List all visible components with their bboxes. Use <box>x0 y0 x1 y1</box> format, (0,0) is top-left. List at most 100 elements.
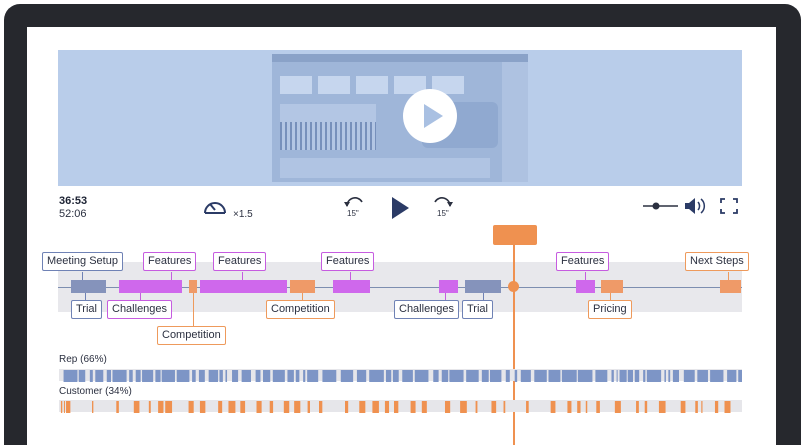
talk-segment <box>646 370 662 382</box>
timeline-segment[interactable] <box>576 280 595 293</box>
topic-tag-pricing[interactable]: Pricing <box>588 300 632 319</box>
timeline-segment[interactable] <box>119 280 182 293</box>
timeline-segment[interactable] <box>290 280 315 293</box>
talk-segment <box>701 401 703 413</box>
topic-tag-competition[interactable]: Competition <box>157 326 226 345</box>
talk-segment <box>672 370 679 382</box>
talk-segment <box>505 370 510 382</box>
talk-segment <box>449 370 464 382</box>
talk-segment <box>714 401 719 413</box>
talk-segment <box>263 370 271 382</box>
customer-talk-track[interactable] <box>59 400 742 413</box>
timeline-segment[interactable] <box>439 280 458 293</box>
talk-segment <box>550 401 556 413</box>
timeline-segment[interactable] <box>465 280 501 293</box>
talk-segment <box>60 401 63 413</box>
talk-segment <box>520 370 531 382</box>
talk-segment <box>460 401 467 413</box>
talk-segment <box>421 401 427 413</box>
video-play-button[interactable] <box>403 89 457 143</box>
talk-segment <box>616 370 618 382</box>
talk-segment <box>561 370 577 382</box>
talk-segment <box>112 370 127 382</box>
talk-segment <box>228 401 236 413</box>
talk-segment <box>161 370 175 382</box>
video-preview[interactable] <box>58 50 742 186</box>
talk-segment <box>359 401 366 413</box>
talk-segment <box>142 370 154 382</box>
topic-tag-features[interactable]: Features <box>556 252 610 271</box>
play-icon <box>424 104 443 128</box>
talk-segment <box>356 370 367 382</box>
talk-segment <box>577 401 581 413</box>
talk-segment <box>680 401 686 413</box>
customer-speaker-label: Customer (34%) <box>59 386 132 397</box>
speaker-icon <box>685 198 706 214</box>
talk-segment <box>727 370 737 382</box>
timeline-segment[interactable] <box>720 280 741 293</box>
topic-tag-features[interactable]: Features <box>321 252 375 271</box>
talk-segment <box>225 370 228 382</box>
talk-segment <box>611 370 614 382</box>
volume-button[interactable] <box>684 197 706 220</box>
timeline-segment[interactable] <box>200 280 287 293</box>
playback-speed-button[interactable] <box>201 195 229 226</box>
talk-segment <box>129 370 133 382</box>
timeline-segment[interactable] <box>333 280 370 293</box>
talk-segment <box>475 401 478 413</box>
play-button[interactable] <box>389 195 411 226</box>
timeline-segment[interactable] <box>71 280 106 293</box>
current-time: 36:53 <box>59 195 88 207</box>
talk-segment <box>192 370 196 382</box>
topic-tag-challenges[interactable]: Challenges <box>107 300 173 319</box>
topic-tag-features[interactable]: Features <box>213 252 267 271</box>
talk-segment <box>585 401 588 413</box>
rewind-icon <box>344 197 363 207</box>
talk-segment <box>116 401 119 413</box>
timeline-segment[interactable] <box>189 280 197 293</box>
topic-tag-trial[interactable]: Trial <box>462 300 493 319</box>
playhead-handle[interactable] <box>508 281 519 292</box>
talk-segment <box>392 370 399 382</box>
talk-segment <box>283 401 290 413</box>
talk-segment <box>491 401 497 413</box>
talk-segment <box>255 370 261 382</box>
skip-back-label: 15" <box>347 209 359 218</box>
talk-segment <box>724 401 731 413</box>
playhead-tooltip <box>493 225 537 245</box>
talk-segment <box>287 370 294 382</box>
fullscreen-button[interactable] <box>720 198 738 219</box>
talk-segment <box>738 370 742 382</box>
talk-segment <box>232 370 239 382</box>
talk-segment <box>534 370 547 382</box>
total-time: 52:06 <box>59 208 87 220</box>
fast-forward-icon <box>434 197 453 207</box>
talk-segment <box>188 401 194 413</box>
talk-segment <box>66 401 71 413</box>
talk-segment <box>78 370 86 382</box>
rep-talk-track[interactable] <box>59 369 742 382</box>
talk-segment <box>307 401 310 413</box>
topic-tag-trial[interactable]: Trial <box>71 300 102 319</box>
talk-segment <box>272 370 285 382</box>
topic-tag-meeting-setup[interactable]: Meeting Setup <box>42 252 123 271</box>
topic-tag-competition[interactable]: Competition <box>266 300 335 319</box>
talk-segment <box>322 370 337 382</box>
talk-segment <box>614 401 621 413</box>
timeline-segment[interactable] <box>601 280 623 293</box>
talk-segment <box>95 370 104 382</box>
talk-segment <box>664 370 666 382</box>
talk-segment <box>92 401 94 413</box>
topic-tag-features[interactable]: Features <box>143 252 197 271</box>
volume-slider[interactable] <box>642 199 680 218</box>
play-icon <box>392 197 409 219</box>
talk-segment <box>340 370 354 382</box>
talk-segment <box>695 401 698 413</box>
topic-tag-challenges[interactable]: Challenges <box>394 300 460 319</box>
talk-segment <box>269 401 274 413</box>
talk-segment <box>393 401 399 413</box>
talk-segment <box>135 370 141 382</box>
topic-tag-next-steps[interactable]: Next Steps <box>685 252 749 271</box>
talk-segment <box>106 370 112 382</box>
talk-segment <box>577 370 593 382</box>
